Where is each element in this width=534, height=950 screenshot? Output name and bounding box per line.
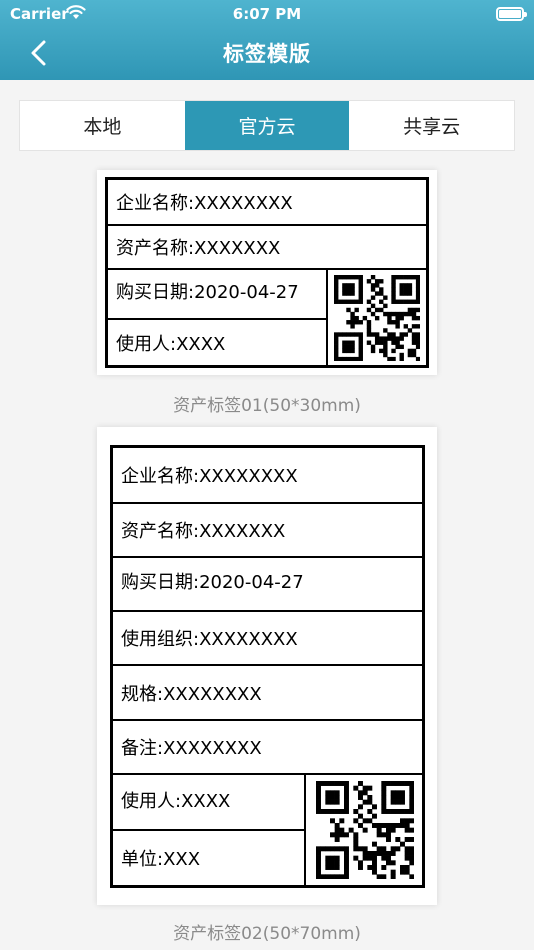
label-row-company: 企业名称:XXXXXXXX — [108, 180, 426, 226]
template-card-01[interactable]: 企业名称:XXXXXXXX 资产名称:XXXXXXX 购买日期:2020-04-… — [97, 170, 437, 375]
template-card-02[interactable]: 企业名称:XXXXXXXX 资产名称:XXXXXXX 购买日期:2020-04-… — [97, 427, 437, 905]
battery-icon — [496, 7, 527, 21]
template-caption-02: 资产标签02(50*70mm) — [173, 924, 361, 944]
qr-code-icon — [316, 781, 414, 879]
label-row-user: 使用人:XXXX — [116, 333, 226, 355]
label-row-remark: 备注:XXXXXXXX — [113, 721, 422, 775]
label-row-organization: 使用组织:XXXXXXXX — [113, 612, 422, 666]
label-row-purchase-date: 购买日期:2020-04-27 — [113, 558, 422, 612]
tab-local[interactable]: 本地 — [20, 101, 185, 150]
tab-shared-cloud[interactable]: 共享云 — [349, 101, 514, 150]
status-bar: Carrier 6:07 PM — [0, 0, 534, 30]
label-row-user: 使用人:XXXX — [113, 775, 306, 831]
label-row-unit: 单位:XXX — [121, 849, 201, 870]
navigation-bar: Carrier 6:07 PM 标签模版 — [0, 0, 534, 80]
tab-official-cloud[interactable]: 官方云 — [184, 101, 350, 150]
label-row-company: 企业名称:XXXXXXXX — [113, 448, 422, 504]
label-row-asset-name: 资产名称:XXXXXXX — [113, 504, 422, 558]
qr-cell — [326, 270, 426, 365]
qr-code-icon — [334, 275, 420, 361]
label-preview: 企业名称:XXXXXXXX 资产名称:XXXXXXX 购买日期:2020-04-… — [110, 445, 425, 888]
label-row-asset-name: 资产名称:XXXXXXX — [108, 226, 426, 270]
template-caption-01: 资产标签01(50*30mm) — [173, 396, 361, 416]
label-row-spec: 规格:XXXXXXXX — [113, 666, 422, 721]
clock: 6:07 PM — [232, 5, 302, 23]
label-row-purchase-date: 购买日期:2020-04-27 — [108, 270, 328, 320]
label-preview: 企业名称:XXXXXXXX 资产名称:XXXXXXX 购买日期:2020-04-… — [105, 177, 429, 368]
page-title: 标签模版 — [223, 42, 311, 66]
qr-cell — [304, 775, 422, 885]
source-tabs: 本地 官方云 共享云 — [19, 100, 515, 151]
